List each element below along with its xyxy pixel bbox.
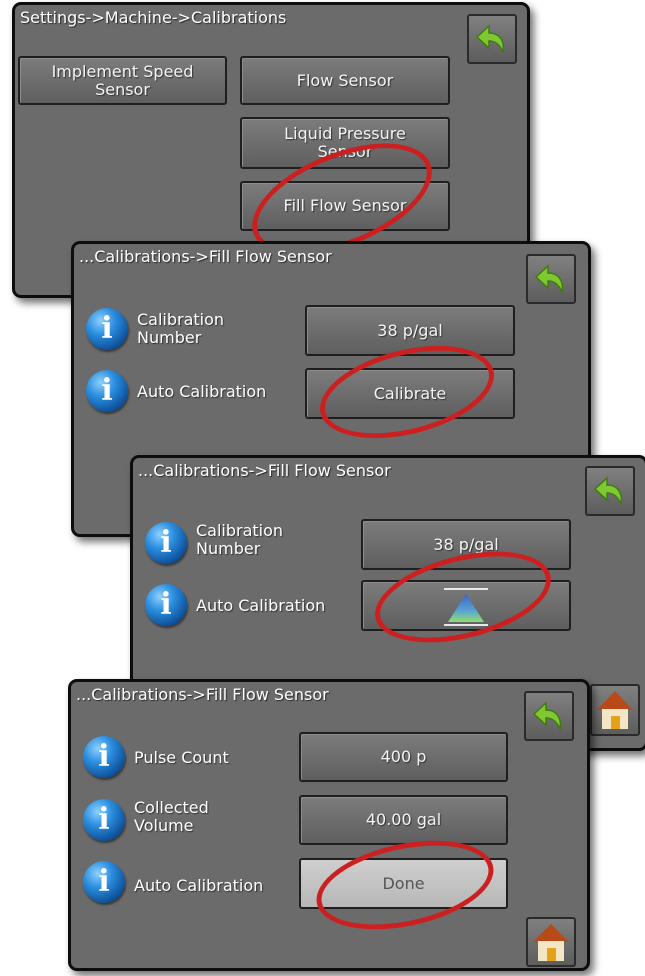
back-button[interactable] (467, 14, 517, 64)
back-arrow-icon (534, 264, 564, 295)
calibration-number-label: Calibration Number (137, 310, 225, 347)
flow-sensor-button[interactable]: Flow Sensor (240, 56, 450, 105)
info-icon[interactable]: i (86, 370, 128, 412)
back-button[interactable] (524, 691, 574, 741)
info-icon[interactable]: i (145, 584, 187, 626)
liquid-pressure-label-line1: Liquid Pressure (284, 124, 406, 143)
done-button[interactable]: Done (299, 858, 508, 909)
implement-speed-sensor-button[interactable]: Implement Speed Sensor (18, 56, 227, 105)
info-icon[interactable]: i (145, 522, 187, 564)
calibrate-button[interactable]: Calibrate (305, 368, 515, 419)
home-icon (533, 924, 569, 961)
breadcrumb: Settings->Machine->Calibrations (20, 8, 287, 27)
back-button[interactable] (526, 254, 576, 304)
calibration-number-label: Calibration Number (196, 521, 284, 558)
auto-calibration-label: Auto Calibration (137, 382, 267, 401)
breadcrumb: ...Calibrations->Fill Flow Sensor (76, 685, 329, 704)
calibrating-progress-button[interactable] (361, 580, 571, 631)
implement-speed-label-line1: Implement Speed (51, 61, 194, 81)
back-arrow-icon (475, 24, 505, 55)
info-icon[interactable]: i (83, 861, 125, 903)
calibration-number-field[interactable]: 38 p/gal (305, 305, 515, 356)
home-icon (597, 691, 633, 729)
fill-flow-sensor-button[interactable]: Fill Flow Sensor (240, 181, 450, 231)
flow-sensor-label: Flow Sensor (296, 70, 394, 90)
liquid-pressure-sensor-button[interactable]: Liquid Pressure Sensor (240, 117, 450, 169)
info-icon[interactable]: i (83, 799, 125, 841)
collected-volume-field[interactable]: 40.00 gal (299, 795, 508, 845)
auto-calibration-label: Auto Calibration (134, 876, 264, 895)
home-button[interactable] (590, 684, 640, 736)
calibration-number-field[interactable]: 38 p/gal (361, 519, 571, 570)
pulse-count-field[interactable]: 400 p (299, 732, 508, 782)
info-icon[interactable]: i (83, 736, 125, 778)
home-button[interactable] (526, 917, 576, 967)
collected-volume-label: Collected Volume (134, 798, 209, 835)
auto-calibration-label: Auto Calibration (196, 596, 326, 615)
breadcrumb: ...Calibrations->Fill Flow Sensor (138, 461, 391, 480)
info-icon[interactable]: i (86, 308, 128, 350)
fill-flow-sensor-label: Fill Flow Sensor (283, 196, 407, 215)
back-arrow-icon (532, 701, 562, 732)
calibration-progress-icon (444, 587, 488, 626)
implement-speed-label-line2: Sensor (95, 79, 150, 99)
calibration-done-panel: ...Calibrations->Fill Flow Sensor i Puls… (68, 679, 590, 971)
back-button[interactable] (585, 466, 635, 516)
back-arrow-icon (593, 476, 623, 507)
liquid-pressure-label-line2: Sensor (317, 142, 373, 161)
pulse-count-label: Pulse Count (134, 748, 229, 767)
breadcrumb: ...Calibrations->Fill Flow Sensor (79, 247, 332, 266)
